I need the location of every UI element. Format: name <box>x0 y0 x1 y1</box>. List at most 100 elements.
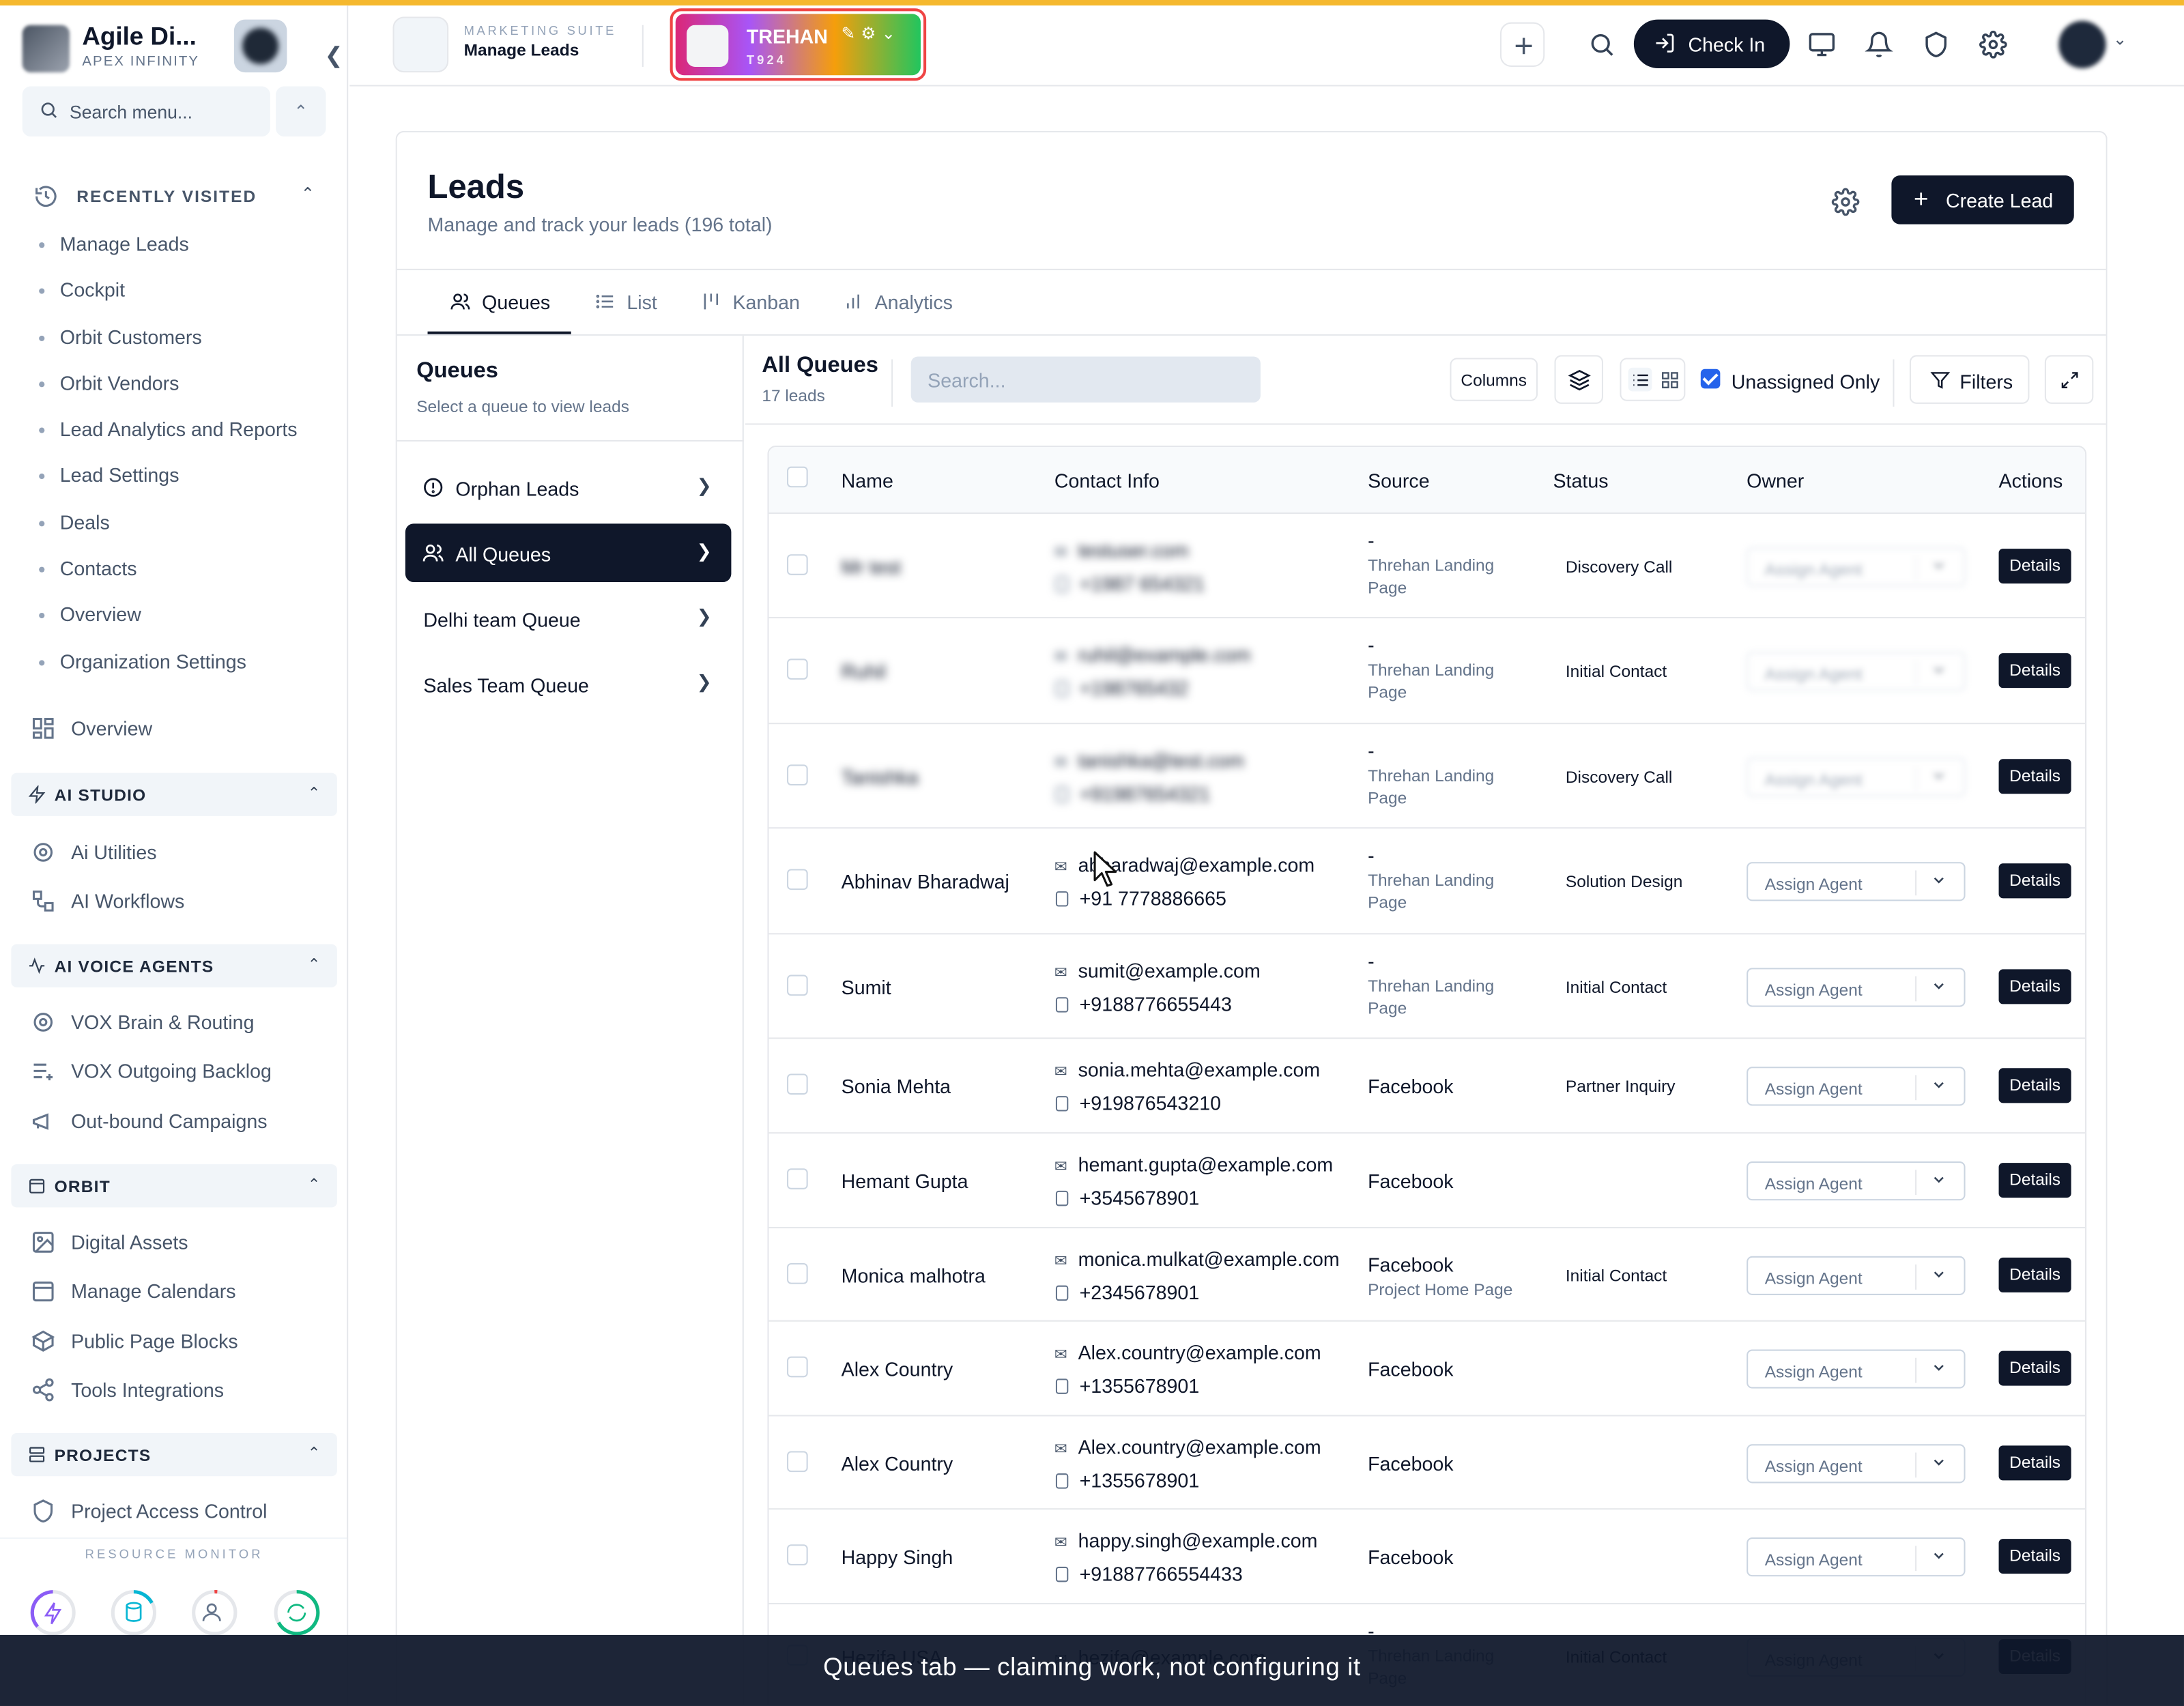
tab-queues[interactable]: Queues <box>427 270 571 334</box>
org-actions-icon[interactable]: ✎⚙⌄ <box>842 24 901 44</box>
table-row[interactable]: Alex Country ✉ Alex.country@example.com +13… <box>768 1322 2086 1417</box>
table-row[interactable]: Ruhil ✉ ruhil@example.com +198765432 - Threha… <box>768 618 2086 725</box>
row-checkbox[interactable] <box>787 764 808 785</box>
row-checkbox[interactable] <box>787 1073 808 1095</box>
row-checkbox[interactable] <box>787 1356 808 1378</box>
lead-phone-text[interactable]: +91887766554433 <box>1080 1563 1243 1585</box>
recent-item[interactable]: Orbit Vendors <box>33 360 340 407</box>
table-row[interactable]: Hemant Gupta ✉ hemant.gupta@example.com +35… <box>768 1133 2086 1228</box>
leads-search-input[interactable] <box>910 356 1261 403</box>
menu-search-input[interactable] <box>70 97 265 126</box>
lead-name[interactable]: Hemant Gupta <box>842 1170 968 1192</box>
column-header-name[interactable]: Name <box>842 469 893 492</box>
lead-email-text[interactable]: Alex.country@example.com <box>1078 1435 1321 1458</box>
details-button[interactable]: Details <box>1998 1350 2071 1386</box>
recent-item[interactable]: Manage Leads <box>33 221 340 268</box>
lead-name[interactable]: Happy Singh <box>842 1546 953 1568</box>
assign-agent-select[interactable]: Assign Agent <box>1747 1537 1966 1577</box>
recently-visited-header[interactable]: RECENTLY VISITED ⌃ <box>33 181 326 214</box>
filters-button[interactable]: Filters <box>1909 355 2030 404</box>
add-button[interactable] <box>1499 22 1545 67</box>
section-ai-voice-agents[interactable]: AI VOICE AGENTS ⌃ <box>11 944 337 987</box>
sidebar-item-project-access[interactable]: Project Access Control <box>28 1493 334 1529</box>
column-header-source[interactable]: Source <box>1368 469 1430 492</box>
column-header-owner[interactable]: Owner <box>1747 469 1804 492</box>
tab-analytics[interactable]: Analytics <box>843 270 968 334</box>
layers-button[interactable] <box>1554 355 1603 404</box>
details-button[interactable]: Details <box>1998 653 2071 689</box>
details-button[interactable]: Details <box>1998 548 2071 583</box>
assign-agent-select[interactable]: Assign Agent <box>1747 652 1966 691</box>
org-switcher[interactable]: TREHAN T924 ✎⚙⌄ <box>670 8 927 81</box>
workspace-avatar[interactable] <box>233 19 287 73</box>
lead-name[interactable]: Tanishka <box>842 765 919 787</box>
lead-email-text[interactable]: hemant.gupta@example.com <box>1078 1153 1334 1176</box>
table-row[interactable]: Sumit ✉ sumit@example.com +9188776655443 - Th… <box>768 934 2086 1039</box>
grid-view-icon[interactable] <box>1661 371 1680 390</box>
settings-button[interactable] <box>1971 23 2015 67</box>
queue-item-delhi-team[interactable]: Delhi team Queue ❯ <box>405 589 732 648</box>
details-button[interactable]: Details <box>1998 758 2071 794</box>
lead-name[interactable]: Sonia Mehta <box>842 1075 951 1097</box>
section-ai-studio[interactable]: AI STUDIO ⌃ <box>11 772 337 816</box>
chevron-up-icon[interactable]: ⌃ <box>276 86 326 136</box>
lead-email-text[interactable]: sonia.mehta@example.com <box>1078 1058 1321 1081</box>
assign-agent-select[interactable]: Assign Agent <box>1747 1349 1966 1389</box>
table-row[interactable]: Alex Country ✉ Alex.country@example.com +13… <box>768 1416 2086 1510</box>
notifications-button[interactable] <box>1856 23 1901 67</box>
tab-kanban[interactable]: Kanban <box>701 270 812 334</box>
lead-phone-text[interactable]: +9188776655443 <box>1080 992 1232 1015</box>
menu-search[interactable] <box>22 86 270 136</box>
list-view-icon[interactable] <box>1631 371 1651 390</box>
sidebar-item-vox-backlog[interactable]: VOX Outgoing Backlog <box>28 1053 334 1089</box>
recent-item[interactable]: Lead Analytics and Reports <box>33 407 340 453</box>
lead-email-text[interactable]: ruhil@example.com <box>1078 644 1251 666</box>
queue-item-all-queues[interactable]: All Queues ❯ <box>405 523 732 583</box>
search-button[interactable] <box>1579 23 1624 67</box>
sidebar-item-public-page-blocks[interactable]: Public Page Blocks <box>28 1323 334 1359</box>
row-checkbox[interactable] <box>787 1544 808 1565</box>
recent-item[interactable]: Orbit Customers <box>33 314 340 360</box>
user-avatar[interactable] <box>2058 20 2106 68</box>
table-row[interactable]: Monica malhotra ✉ monica.mulkat@example.co… <box>768 1228 2086 1322</box>
select-all-checkbox[interactable] <box>787 466 808 488</box>
section-projects[interactable]: PROJECTS ⌃ <box>11 1432 337 1477</box>
row-checkbox[interactable] <box>787 553 808 575</box>
details-button[interactable]: Details <box>1998 1539 2071 1574</box>
assign-agent-select[interactable]: Assign Agent <box>1747 1255 1966 1295</box>
sidebar-item-digital-assets[interactable]: Digital Assets <box>28 1224 334 1260</box>
sidebar-item-ai-workflows[interactable]: AI Workflows <box>28 883 334 919</box>
lead-phone-text[interactable]: +1355678901 <box>1080 1469 1200 1491</box>
recent-item[interactable]: Deals <box>33 500 340 546</box>
view-toggle[interactable] <box>1620 358 1686 401</box>
table-row[interactable]: Happy Singh ✉ happy.singh@example.com +9188… <box>768 1509 2086 1605</box>
lead-email-text[interactable]: sumit@example.com <box>1078 959 1261 981</box>
row-checkbox[interactable] <box>787 869 808 891</box>
expand-button[interactable] <box>2044 355 2094 404</box>
queue-item-sales-team[interactable]: Sales Team Queue ❯ <box>405 654 732 713</box>
lead-email-text[interactable]: Alex.country@example.com <box>1078 1341 1321 1363</box>
lead-phone-text[interactable]: +1987 654321 <box>1080 572 1205 594</box>
lead-email-text[interactable]: tanishka@test.com <box>1078 749 1244 771</box>
row-checkbox[interactable] <box>787 1262 808 1284</box>
assign-agent-select[interactable]: Assign Agent <box>1747 1067 1966 1106</box>
unassigned-only-checkbox[interactable] <box>1700 368 1721 389</box>
sidebar-item-vox-brain[interactable]: VOX Brain & Routing <box>28 1004 334 1040</box>
gear-icon[interactable] <box>1831 188 1860 216</box>
lead-email-text[interactable]: happy.singh@example.com <box>1078 1529 1318 1552</box>
chevron-down-icon[interactable]: ⌄ <box>2113 29 2127 49</box>
assign-agent-select[interactable]: Assign Agent <box>1747 1161 1966 1201</box>
lead-email-text[interactable]: monica.mulkat@example.com <box>1078 1247 1340 1270</box>
sidebar-item-overview[interactable]: Overview <box>28 710 334 747</box>
recent-item[interactable]: Organization Settings <box>33 639 340 685</box>
tab-list[interactable]: List <box>594 270 678 334</box>
details-button[interactable]: Details <box>1998 968 2071 1004</box>
sidebar-item-manage-calendars[interactable]: Manage Calendars <box>28 1273 334 1309</box>
sidebar-item-outbound-campaigns[interactable]: Out-bound Campaigns <box>28 1103 334 1139</box>
details-button[interactable]: Details <box>1998 1163 2071 1198</box>
section-orbit[interactable]: ORBIT ⌃ <box>11 1164 337 1208</box>
lead-phone-text[interactable]: +3545678901 <box>1080 1187 1200 1209</box>
assign-agent-select[interactable]: Assign Agent <box>1747 1443 1966 1483</box>
row-checkbox[interactable] <box>787 659 808 680</box>
assign-agent-select[interactable]: Assign Agent <box>1747 547 1966 586</box>
